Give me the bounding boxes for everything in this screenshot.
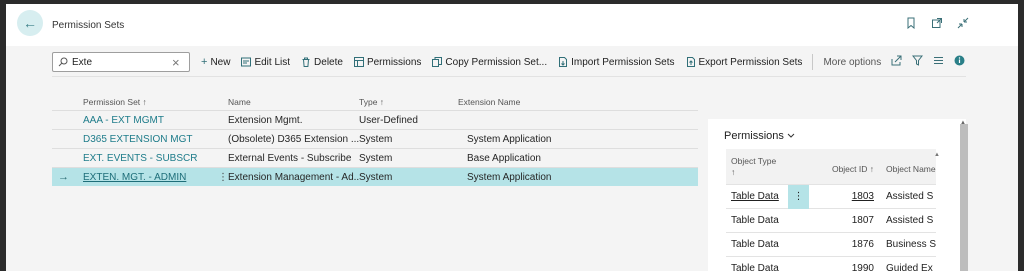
permission-set-link[interactable]: AAA - EXT MGMT	[83, 115, 228, 126]
open-new-window-icon[interactable]	[930, 16, 944, 30]
toolbar-divider	[52, 76, 966, 77]
import-icon	[558, 57, 568, 67]
export-icon	[686, 57, 696, 67]
factbox-row[interactable]: Table Data 1990 Guided Ex	[726, 256, 936, 271]
column-header-permission-set[interactable]: Permission Set ↑	[83, 97, 228, 107]
more-options-button[interactable]: More options	[823, 57, 881, 68]
object-id-cell: 1990	[851, 263, 874, 271]
list-view-icon[interactable]	[933, 55, 944, 69]
column-header-extension-name[interactable]: Extension Name	[458, 97, 698, 107]
copy-permission-set-button[interactable]: Copy Permission Set...	[432, 57, 547, 68]
row-selected-arrow-icon: →	[58, 171, 69, 183]
pane-scrollbar[interactable]	[960, 124, 968, 271]
object-id-cell: 1876	[851, 239, 874, 250]
extension-name-cell: System Application	[467, 171, 552, 183]
search-input[interactable]	[72, 56, 168, 68]
delete-label: Delete	[314, 56, 343, 68]
edit-list-icon	[241, 57, 252, 67]
import-permission-sets-button[interactable]: Import Permission Sets	[558, 56, 675, 68]
object-type-cell: Table Data	[731, 239, 779, 250]
action-bar: × + New Edit List Delete Permissions Cop…	[52, 50, 966, 74]
permission-sets-grid: Permission Set ↑ Name Type ↑ Extension N…	[52, 94, 698, 186]
object-type-cell: Table Data	[731, 263, 779, 271]
export-permission-sets-label: Export Permission Sets	[698, 56, 803, 68]
row-actions-icon[interactable]: ⋮	[788, 184, 809, 209]
type-cell: User-Defined	[359, 114, 418, 126]
new-label: New	[210, 56, 231, 68]
column-header-object-name[interactable]: Object Name	[880, 149, 936, 184]
back-button[interactable]: ←	[17, 10, 43, 36]
toolbar-separator	[812, 54, 814, 70]
object-id-cell: 1807	[851, 215, 874, 226]
object-name-cell: Business S	[886, 239, 936, 250]
factbox-row-selected[interactable]: Table Data ⋮ 1803 Assisted S	[726, 184, 936, 209]
table-row[interactable]: AAA - EXT MGMT Extension Mgmt. User-Defi…	[52, 110, 698, 129]
column-header-name[interactable]: Name	[228, 97, 359, 107]
object-type-cell: Table Data	[731, 215, 779, 226]
app-window: ← Permission Sets × + New	[6, 4, 1018, 271]
permission-set-link[interactable]: D365 EXTENSION MGT	[83, 134, 228, 145]
object-name-cell: Assisted S	[886, 215, 934, 226]
grid-header: Permission Set ↑ Name Type ↑ Extension N…	[52, 94, 698, 110]
factbox-scroll-up-icon[interactable]: ▲	[934, 152, 940, 158]
object-id-cell: 1803	[851, 191, 874, 202]
copy-permission-set-label: Copy Permission Set...	[445, 56, 548, 68]
table-row-selected[interactable]: → EXTEN. MGT. - ADMIN ⋮ Extension Managem…	[52, 167, 698, 186]
extension-name-cell: Base Application	[467, 152, 541, 164]
delete-button[interactable]: Delete	[301, 57, 343, 68]
factbox-title[interactable]: Permissions	[724, 130, 795, 142]
type-cell: System	[359, 133, 393, 145]
object-type-header-label: Object Type	[731, 156, 777, 166]
permissions-factbox: Permissions Object Type ↑ Object ID ↑ Ob…	[708, 119, 966, 271]
filter-icon[interactable]	[912, 55, 924, 69]
collapse-icon[interactable]	[956, 16, 970, 30]
permissions-button[interactable]: Permissions	[353, 56, 422, 68]
name-cell: Extension Management - Ad...	[228, 171, 359, 183]
factbox-title-label: Permissions	[724, 130, 784, 142]
page-title: Permission Sets	[52, 20, 125, 31]
extension-name-cell: System Application	[467, 133, 552, 145]
object-name-cell: Assisted S	[886, 191, 934, 202]
object-type-sort-arrow: ↑	[731, 167, 736, 177]
back-arrow-icon: ←	[23, 15, 37, 31]
object-name-cell: Guided Ex	[886, 263, 933, 271]
trash-icon	[301, 57, 311, 67]
page-content: × + New Edit List Delete Permissions Cop…	[6, 46, 1018, 271]
share-icon[interactable]	[891, 55, 902, 69]
permissions-icon	[353, 57, 364, 67]
type-cell: System	[359, 152, 393, 164]
permission-set-link[interactable]: EXTEN. MGT. - ADMIN	[83, 172, 228, 183]
info-icon[interactable]	[954, 55, 965, 69]
factbox-header: Object Type ↑ Object ID ↑ Object Name	[726, 149, 936, 184]
bookmark-icon[interactable]	[904, 16, 918, 30]
name-cell: Extension Mgmt.	[228, 114, 303, 126]
permissions-label: Permissions	[366, 56, 422, 68]
search-box[interactable]: ×	[52, 52, 190, 72]
edit-list-label: Edit List	[254, 56, 291, 68]
export-permission-sets-button[interactable]: Export Permission Sets	[686, 56, 803, 68]
copy-icon	[432, 57, 443, 67]
object-type-cell[interactable]: Table Data	[726, 191, 788, 202]
new-button[interactable]: + New	[201, 56, 230, 68]
column-header-object-id[interactable]: Object ID ↑	[809, 149, 880, 184]
factbox-row[interactable]: Table Data 1876 Business S	[726, 232, 936, 256]
column-header-object-type[interactable]: Object Type ↑	[726, 149, 788, 184]
name-cell: (Obsolete) D365 Extension ...	[228, 133, 359, 145]
page-header: ← Permission Sets	[6, 4, 1018, 46]
type-cell: System	[359, 171, 393, 183]
chevron-down-icon	[787, 133, 795, 138]
permission-set-link[interactable]: EXT. EVENTS - SUBSCR	[83, 153, 228, 164]
table-row[interactable]: EXT. EVENTS - SUBSCR External Events - S…	[52, 148, 698, 167]
plus-icon: +	[201, 56, 208, 68]
factbox-table: Object Type ↑ Object ID ↑ Object Name Ta…	[726, 149, 936, 271]
extension-name-cell	[458, 115, 467, 126]
factbox-row[interactable]: Table Data 1807 Assisted S	[726, 208, 936, 232]
table-row[interactable]: D365 EXTENSION MGT (Obsolete) D365 Exten…	[52, 129, 698, 148]
clear-search-icon[interactable]: ×	[172, 56, 180, 69]
column-header-type[interactable]: Type ↑	[359, 97, 458, 107]
search-icon	[58, 57, 68, 67]
edit-list-button[interactable]: Edit List	[241, 57, 290, 68]
name-cell: External Events - Subscribe	[228, 152, 352, 164]
import-permission-sets-label: Import Permission Sets	[571, 56, 675, 68]
